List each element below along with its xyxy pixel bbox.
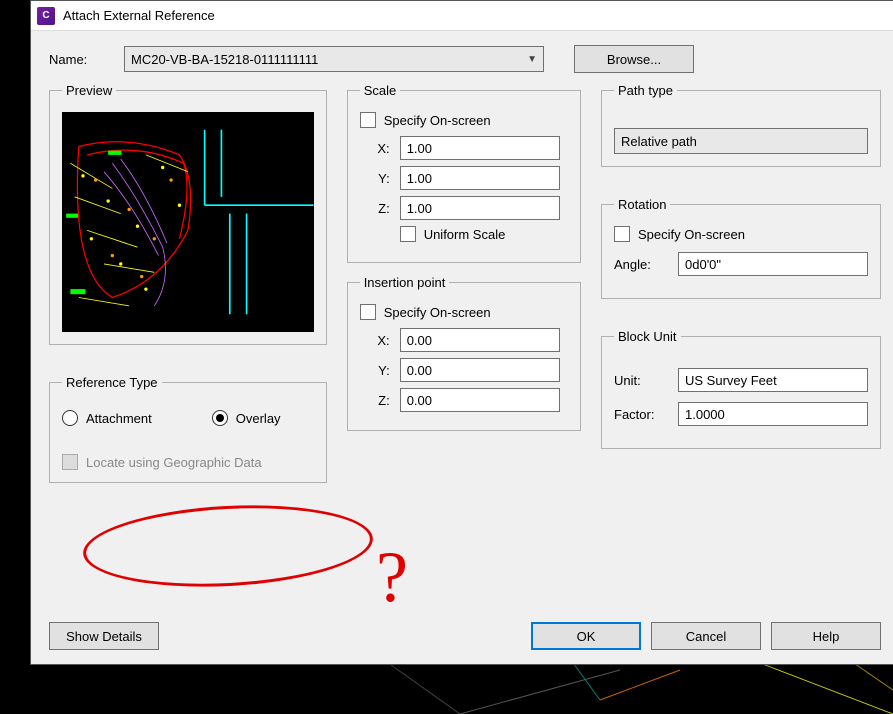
preview-group: Preview — [49, 83, 327, 345]
app-icon: C — [37, 7, 55, 25]
attachment-radio[interactable]: Attachment — [62, 410, 152, 426]
insertion-group: Insertion point Specify On-screen X: Y: … — [347, 275, 581, 431]
scale-y-input[interactable] — [400, 166, 560, 190]
path-type-dropdown[interactable]: Relative path — [614, 128, 868, 154]
annotation-oval — [81, 498, 375, 593]
cancel-button[interactable]: Cancel — [651, 622, 761, 650]
name-dropdown[interactable]: MC20-VB-BA-15218-0111111111 ▼ — [124, 46, 544, 72]
locate-geographic-label: Locate using Geographic Data — [86, 455, 262, 470]
overlay-radio[interactable]: Overlay — [212, 410, 281, 426]
reference-type-group: Reference Type Attachment Overlay Locate… — [49, 375, 327, 483]
block-unit-legend: Block Unit — [614, 329, 681, 344]
rotation-specify-checkbox[interactable]: Specify On-screen — [614, 226, 868, 242]
path-type-group: Path type Relative path — [601, 83, 881, 167]
overlay-label: Overlay — [236, 411, 281, 426]
name-value: MC20-VB-BA-15218-0111111111 — [131, 52, 318, 67]
preview-legend: Preview — [62, 83, 116, 98]
rotation-legend: Rotation — [614, 197, 670, 212]
annotation-question-mark: ? — [376, 541, 408, 613]
path-type-legend: Path type — [614, 83, 677, 98]
attachment-label: Attachment — [86, 411, 152, 426]
help-button[interactable]: Help — [771, 622, 881, 650]
browse-button[interactable]: Browse... — [574, 45, 694, 73]
titlebar: C Attach External Reference — [31, 1, 893, 31]
scale-legend: Scale — [360, 83, 401, 98]
scale-specify-checkbox[interactable]: Specify On-screen — [360, 112, 568, 128]
insertion-specify-checkbox[interactable]: Specify On-screen — [360, 304, 568, 320]
chevron-down-icon: ▼ — [527, 54, 537, 65]
checkbox-icon — [62, 454, 78, 470]
show-details-button[interactable]: Show Details — [49, 622, 159, 650]
reference-type-legend: Reference Type — [62, 375, 162, 390]
block-unit-group: Block Unit Unit: US Survey Feet Factor: … — [601, 329, 881, 449]
attach-xref-dialog: C Attach External Reference Name: MC20-V… — [30, 0, 893, 665]
locate-geographic-checkbox: Locate using Geographic Data — [62, 454, 314, 470]
ok-button[interactable]: OK — [531, 622, 641, 650]
scale-z-input[interactable] — [400, 196, 560, 220]
rotation-angle-input[interactable] — [678, 252, 868, 276]
preview-thumbnail — [62, 112, 314, 332]
name-label: Name: — [49, 52, 104, 67]
insertion-z-input[interactable] — [400, 388, 560, 412]
rotation-group: Rotation Specify On-screen Angle: — [601, 197, 881, 299]
block-unit-factor: 1.0000 — [678, 402, 868, 426]
uniform-scale-checkbox[interactable]: Uniform Scale — [400, 226, 568, 242]
scale-group: Scale Specify On-screen X: Y: Z: Uniform… — [347, 83, 581, 263]
dialog-title: Attach External Reference — [63, 8, 215, 23]
insertion-x-input[interactable] — [400, 328, 560, 352]
scale-x-input[interactable] — [400, 136, 560, 160]
insertion-y-input[interactable] — [400, 358, 560, 382]
insertion-legend: Insertion point — [360, 275, 450, 290]
block-unit-value: US Survey Feet — [678, 368, 868, 392]
